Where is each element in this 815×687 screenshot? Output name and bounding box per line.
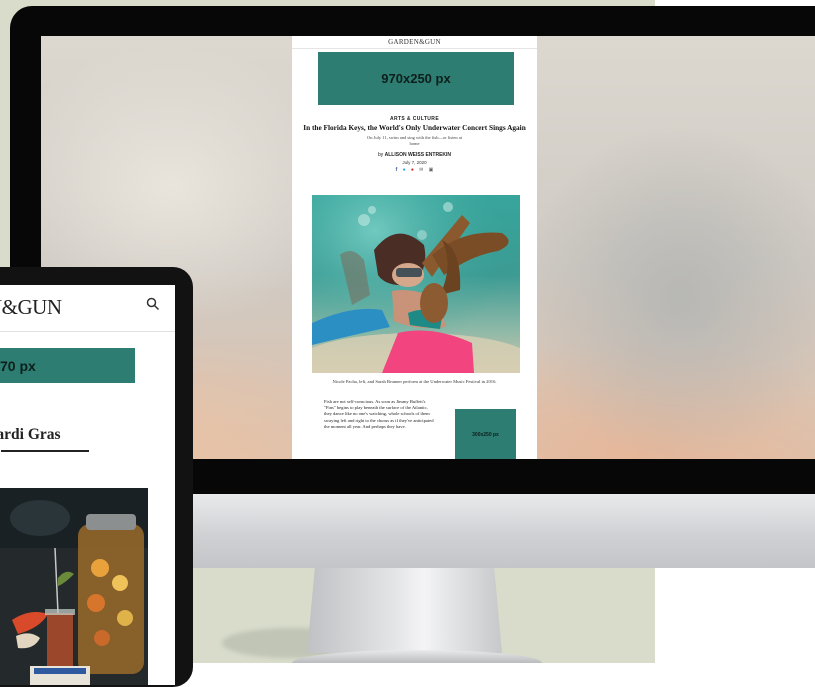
underwater-musicians-image [312, 195, 520, 373]
photo-caption: Nicole Pacha, left, and Sarah Brunner pe… [332, 379, 497, 384]
tablet-site-logo[interactable]: N&GUN [0, 295, 62, 320]
rectangle-ad[interactable]: 300x250 px [455, 409, 516, 459]
pinterest-icon[interactable]: ● [411, 168, 414, 173]
headline-underline [1, 450, 89, 452]
cocktail-photo [0, 488, 148, 685]
leaderboard-ad[interactable]: 970x250 px [318, 52, 514, 105]
article-body: Fish are not self-conscious. As soon as … [324, 399, 434, 429]
category-link[interactable]: ARTS & CULTURE [292, 116, 537, 122]
tablet-header: N&GUN [0, 285, 175, 332]
tablet-leaderboard-ad[interactable]: 70 px [0, 348, 135, 383]
share-bar: f ● ● ✉ ▣ [292, 167, 537, 173]
tablet-article-headline[interactable]: to Mardi Gras [0, 426, 61, 444]
article-dek: On July 11, swim and sing with the fish—… [367, 135, 462, 146]
search-icon[interactable] [146, 297, 160, 311]
article-page: GARDEN&GUN 970x250 px ARTS & CULTURE In … [292, 36, 537, 459]
tablet-screen: N&GUN 70 px to Mardi Gras [0, 285, 175, 685]
hero-photo [312, 195, 520, 373]
twitter-icon[interactable]: ● [403, 168, 406, 173]
byline-prefix: by [377, 152, 384, 158]
site-logo[interactable]: GARDEN&GUN [292, 38, 537, 49]
monitor-stand [307, 568, 502, 653]
monitor-chin [193, 494, 815, 568]
publish-date: July 7, 2020 [402, 160, 427, 165]
print-icon[interactable]: ▣ [429, 167, 434, 173]
facebook-icon[interactable]: f [396, 167, 398, 173]
cocktail-image [0, 488, 148, 685]
article-headline: In the Florida Keys, the World's Only Un… [303, 123, 526, 132]
byline: by ALLISON WEISS ENTREKIN [292, 152, 537, 158]
email-icon[interactable]: ✉ [419, 167, 423, 173]
author-link[interactable]: ALLISON WEISS ENTREKIN [385, 152, 451, 158]
